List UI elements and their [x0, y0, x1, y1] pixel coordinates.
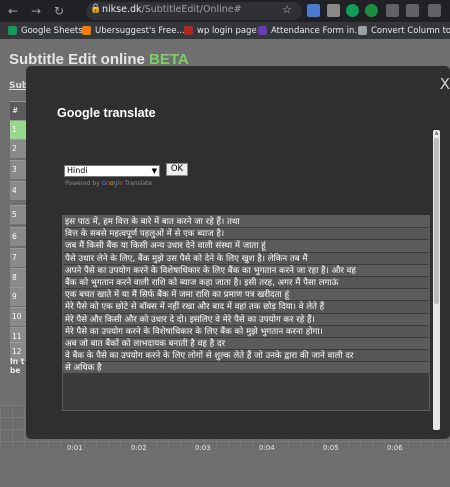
back-icon[interactable]: ← — [8, 3, 18, 19]
bookmark-convert-column[interactable]: Convert Column to... — [358, 23, 450, 38]
language-select-value: Hindi — [67, 166, 88, 175]
translated-line: मेरे पैसे और किसी और को उधार दे दो। इसलि… — [63, 313, 429, 326]
modal-title: Google translate — [57, 106, 156, 120]
ok-button[interactable]: OK — [166, 163, 188, 176]
ubersuggest-icon — [82, 26, 91, 35]
forward-icon[interactable]: → — [31, 3, 41, 19]
reload-icon[interactable]: ↻ — [54, 3, 64, 19]
lock-icon: 🔒 — [90, 4, 102, 14]
translated-line: एक बचत खाते में या मैं सिर्फ बैंक में जम… — [63, 289, 429, 302]
translated-line: मेरे पैसे का उपयोग करने के विशेषाधिकार क… — [63, 325, 429, 338]
timeline-tick: 0:02 — [131, 444, 147, 452]
grammarly-icon[interactable] — [346, 4, 359, 17]
scroll-up-icon[interactable]: ▲ — [433, 130, 440, 137]
translated-line: पैसे उधार लेने के लिए, बैंक मुझे उस पैसे… — [63, 252, 429, 265]
extension-icon[interactable] — [327, 4, 340, 17]
close-icon[interactable]: X — [440, 75, 450, 93]
translated-line: जब मैं किसी बैंक या किसी अन्य उधार देने … — [63, 240, 429, 253]
bookmarks-bar: Google Sheets Ubersuggest's Free... wp l… — [0, 22, 450, 39]
google-translate-modal: X Google translate Hindi ▼ OK Powered by… — [26, 66, 450, 439]
timeline-tick: 0:05 — [323, 444, 339, 452]
powered-by-google: Powered by Google Translate — [65, 180, 152, 187]
language-select[interactable]: Hindi ▼ — [64, 165, 160, 177]
timeline-tick: 0:04 — [259, 444, 275, 452]
extension-icon[interactable] — [365, 4, 378, 17]
chevron-down-icon: ▼ — [151, 167, 157, 175]
bookmark-label: Convert Column to... — [371, 25, 450, 36]
translated-text-area[interactable]: इस पाठ में, हम वित्त के बारे में बात करन… — [62, 215, 430, 411]
address-bar[interactable]: 🔒 nikse.dk/SubtitleEdit/Online# ☆ — [86, 2, 302, 20]
translated-line: वित्त के सबसे महत्वपूर्ण पहलुओं में से ए… — [63, 228, 429, 241]
side-text: In t — [10, 357, 25, 366]
bookmark-label: Ubersuggest's Free... — [95, 25, 185, 36]
translated-line: इस पाठ में, हम वित्त के बारे में बात करन… — [63, 216, 429, 229]
translated-line: वे बैंक के पैसे का उपयोग करने के लिए लोग… — [63, 350, 429, 363]
timeline-tick: 0:01 — [67, 444, 83, 452]
forms-icon — [258, 26, 267, 35]
google-logo: Google — [101, 180, 123, 187]
page-icon — [358, 26, 367, 35]
wp-icon — [184, 26, 193, 35]
translated-line: मेरे पैसे को एक छोटे से बॉक्स में नहीं र… — [63, 301, 429, 314]
modal-scrollbar[interactable]: ▲ — [433, 130, 440, 430]
side-text: be — [10, 366, 21, 375]
bookmark-google-sheets[interactable]: Google Sheets — [8, 23, 83, 38]
extension-icon[interactable] — [307, 4, 320, 17]
translated-line: अपने पैसे का उपयोग करने के विशेषाधिकार क… — [63, 264, 429, 277]
timeline-tick: 0:06 — [387, 444, 403, 452]
sheets-icon — [8, 26, 17, 35]
bookmark-label: Google Sheets — [21, 25, 83, 36]
bookmark-label: wp login page — [197, 25, 257, 36]
extension-icon[interactable] — [406, 4, 419, 17]
bookmark-ubersuggest[interactable]: Ubersuggest's Free... — [82, 23, 185, 38]
extension-icon[interactable] — [386, 4, 399, 17]
translated-line: से अधिक है — [63, 362, 429, 375]
translated-line: अब जो बात बैंकों को लाभदायक बनाती है वह … — [63, 337, 429, 351]
powered-translate-label: Translate — [124, 180, 153, 187]
bookmark-label: Attendance Form in... — [271, 25, 363, 36]
translated-line: बैंक को भुगतान करने वाली राशि को ब्याज क… — [63, 276, 429, 290]
timeline-tick: 0:03 — [195, 444, 211, 452]
scrollbar-thumb[interactable] — [434, 138, 439, 304]
bookmark-wp-login[interactable]: wp login page — [184, 23, 257, 38]
bookmark-star-icon[interactable]: ☆ — [282, 3, 292, 16]
url-text: nikse.dk/SubtitleEdit/Online# — [102, 4, 242, 15]
browser-toolbar: ← → ↻ 🔒 nikse.dk/SubtitleEdit/Online# ☆ — [0, 0, 450, 22]
powered-by-label: Powered by — [65, 180, 100, 187]
bookmark-attendance-form[interactable]: Attendance Form in... — [258, 23, 363, 38]
extension-icon[interactable] — [428, 4, 441, 17]
